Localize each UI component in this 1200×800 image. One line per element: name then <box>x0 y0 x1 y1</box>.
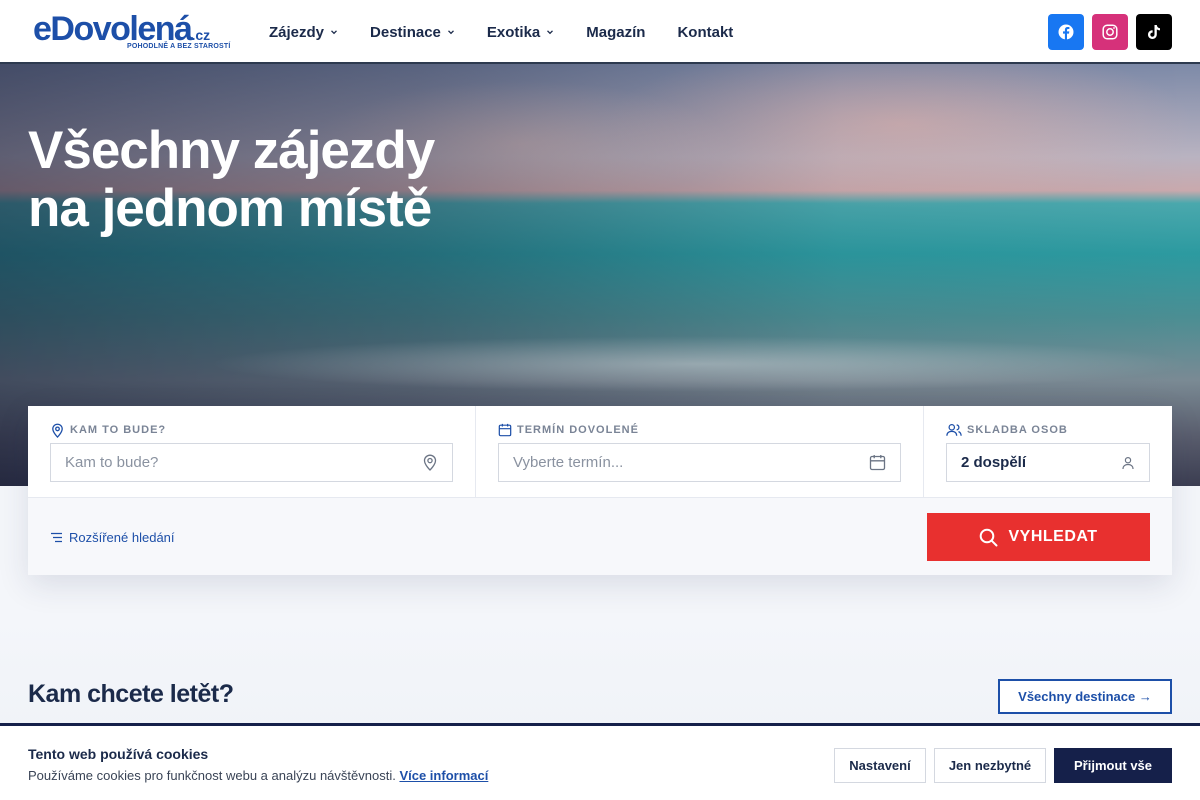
search-panel: KAM TO BUDE? Kam to bude? TERMÍN DOVOLEN… <box>28 406 1172 575</box>
nav-item-label: Magazín <box>586 23 646 41</box>
people-value: 2 dospělí <box>961 454 1027 471</box>
nav-item-label: Exotika <box>486 23 541 41</box>
people-label: SKLADBA OSOB <box>946 422 1150 438</box>
chevron-down-icon <box>331 30 337 35</box>
cookie-text: Používáme cookies pro funkčnost webu a a… <box>28 768 396 783</box>
location-pin-icon <box>52 423 63 438</box>
cookie-banner: Tento web používá cookies Používáme cook… <box>0 723 1200 800</box>
calendar-icon <box>498 423 512 437</box>
date-label: TERMÍN DOVOLENÉ <box>498 422 901 438</box>
nav-item-label: Destinace <box>370 23 441 41</box>
location-pin-icon <box>423 454 437 471</box>
people-label-text: SKLADBA OSOB <box>967 424 1068 436</box>
cookie-text-row: Používáme cookies pro funkčnost webu a a… <box>28 768 488 783</box>
nav-item-zajezdy[interactable]: Zájezdy <box>269 22 338 42</box>
tiktok-button[interactable] <box>1136 14 1172 50</box>
people-selector[interactable]: 2 dospělí <box>946 443 1150 482</box>
cookie-necessary-button[interactable]: Jen nezbytné <box>934 748 1046 783</box>
nav-item-label: Kontakt <box>677 23 734 41</box>
advanced-search-label: Rozšířené hledání <box>69 530 175 545</box>
users-icon <box>946 424 962 436</box>
destination-input[interactable]: Kam to bude? <box>50 443 453 482</box>
all-destinations-button[interactable]: Všechny destinace → <box>998 679 1172 714</box>
section-title: Kam chcete letět? <box>28 680 234 708</box>
tiktok-icon <box>1148 25 1160 39</box>
chevron-down-icon <box>447 30 454 35</box>
search-fields: KAM TO BUDE? Kam to bude? TERMÍN DOVOLEN… <box>28 406 1172 498</box>
date-field: TERMÍN DOVOLENÉ Vyberte termín... <box>476 406 924 497</box>
search-icon <box>980 528 998 546</box>
nav-item-exotika[interactable]: Exotika <box>487 22 554 42</box>
site-logo[interactable]: eDovolená.cz POHODLNĚ A BEZ STAROSTÍ <box>33 10 230 54</box>
calendar-icon <box>869 455 886 471</box>
cookie-settings-button[interactable]: Nastavení <box>834 748 926 783</box>
main-nav: Zájezdy Destinace Exotika Magazín Kontak… <box>269 22 765 42</box>
chevron-down-icon <box>547 30 554 35</box>
destination-label-text: KAM TO BUDE? <box>70 424 167 436</box>
logo-tagline: POHODLNĚ A BEZ STAROSTÍ <box>127 43 231 50</box>
date-label-text: TERMÍN DOVOLENÉ <box>517 424 639 436</box>
advanced-search-link[interactable]: Rozšířené hledání <box>50 530 175 545</box>
nav-item-kontakt[interactable]: Kontakt <box>677 22 733 42</box>
cookie-accept-button[interactable]: Přijmout vše <box>1054 748 1172 783</box>
instagram-icon <box>1102 24 1118 40</box>
people-field: SKLADBA OSOB 2 dospělí <box>924 406 1172 497</box>
cookie-title: Tento web používá cookies <box>28 746 209 762</box>
destination-label: KAM TO BUDE? <box>50 422 453 438</box>
nav-item-magazin[interactable]: Magazín <box>586 22 645 42</box>
facebook-button[interactable] <box>1048 14 1084 50</box>
destination-field: KAM TO BUDE? Kam to bude? <box>28 406 476 497</box>
hero-title-line-2: na jednom místě <box>28 179 432 238</box>
hero-title: Všechny zájezdy na jednom místě <box>28 121 435 238</box>
destination-placeholder: Kam to bude? <box>65 454 159 471</box>
date-input[interactable]: Vyberte termín... <box>498 443 901 482</box>
user-icon <box>1122 456 1134 469</box>
instagram-button[interactable] <box>1092 14 1128 50</box>
search-button[interactable]: VYHLEDAT <box>927 513 1150 561</box>
hero-title-line-1: Všechny zájezdy <box>28 121 435 180</box>
logo-tld: .cz <box>191 27 211 43</box>
social-links <box>1048 14 1172 50</box>
cookie-more-info-link[interactable]: Více informací <box>399 768 488 783</box>
search-actions: Rozšířené hledání VYHLEDAT <box>28 498 1172 575</box>
search-button-label: VYHLEDAT <box>1008 528 1098 545</box>
nav-item-destinace[interactable]: Destinace <box>370 22 455 42</box>
filter-lines-icon <box>51 532 62 543</box>
nav-item-label: Zájezdy <box>269 23 325 41</box>
site-header: eDovolená.cz POHODLNĚ A BEZ STAROSTÍ Záj… <box>0 0 1200 64</box>
date-placeholder: Vyberte termín... <box>513 454 624 471</box>
facebook-icon <box>1058 24 1074 40</box>
